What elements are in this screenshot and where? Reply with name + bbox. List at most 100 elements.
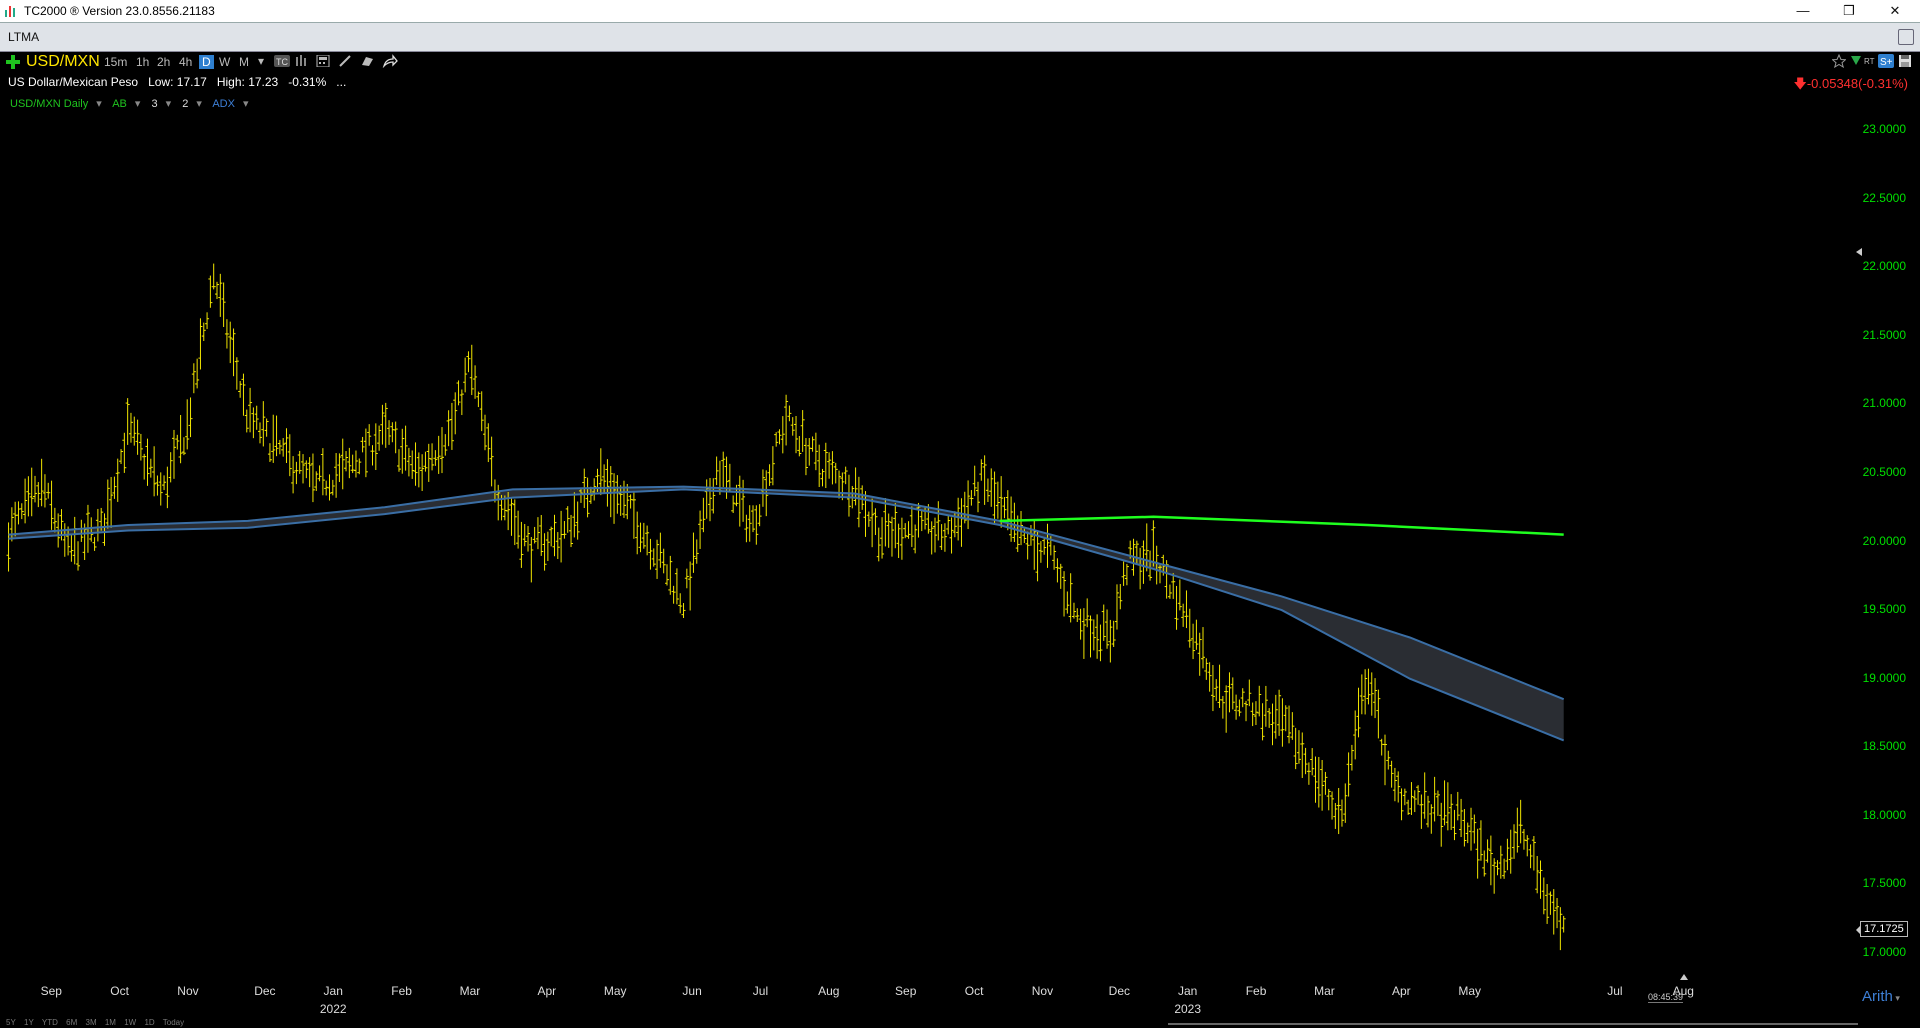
series-dropdown-icon[interactable]: ▾ [96, 98, 102, 110]
low-value: 17.17 [176, 75, 207, 89]
tc-icon[interactable]: TC [274, 55, 290, 67]
save-icon[interactable] [1898, 54, 1912, 68]
high-label: High: [216, 75, 245, 89]
adx-label[interactable]: ADX [212, 98, 235, 110]
x-month-label: Mar [459, 984, 481, 998]
range-1m[interactable]: 1M [105, 1018, 116, 1027]
x-month-label: Dec [1108, 984, 1130, 998]
price-marker-icon [1856, 248, 1862, 256]
adx-dropdown-icon[interactable]: ▾ [243, 98, 249, 110]
s-plus-icon[interactable]: S+ [1878, 54, 1894, 68]
x-month-label: Nov [177, 984, 199, 998]
change-percent: (-0.31%) [1858, 76, 1908, 91]
x-month-label: Oct [110, 984, 129, 998]
x-month-label: Dec [254, 984, 276, 998]
minimize-button[interactable]: — [1780, 0, 1826, 22]
x-month-label: Jul [752, 984, 769, 998]
x-month-label: May [603, 984, 627, 998]
tab-ltma[interactable]: LTMA [8, 30, 39, 44]
y-tick-label: 22.5000 [1862, 190, 1906, 205]
range-buttons: 5Y 1Y YTD 6M 3M 1M 1W 1D Today [6, 1018, 190, 1027]
range-3m[interactable]: 3M [86, 1018, 97, 1027]
y-tick-label: 18.5000 [1862, 739, 1906, 754]
timeframe-4h[interactable]: 4h [179, 55, 192, 69]
scale-mode-label[interactable]: Arith [1862, 988, 1893, 1005]
ma-line-green [999, 515, 1564, 536]
y-tick-label: 23.0000 [1862, 122, 1906, 136]
range-1d[interactable]: 1D [144, 1018, 154, 1027]
x-month-label: Nov [1031, 984, 1054, 998]
high-value: 17.23 [248, 75, 279, 89]
alert-icon[interactable] [1850, 55, 1862, 67]
net-change: 🡇-0.05348(-0.31%) [1793, 75, 1908, 97]
app-icon [5, 6, 15, 17]
range-5y[interactable]: 5Y [6, 1018, 16, 1027]
timeframe-d[interactable]: D [199, 55, 214, 69]
range-6m[interactable]: 6M [66, 1018, 77, 1027]
timeframe-1h[interactable]: 1h [136, 55, 149, 69]
down-arrow-icon: 🡇 [1793, 76, 1807, 91]
layout-tabstrip: LTMA [0, 22, 1920, 52]
time-marker-icon [1680, 974, 1688, 980]
maximize-button[interactable]: ❒ [1826, 0, 1872, 22]
y-tick-label: 18.0000 [1862, 807, 1906, 822]
x-month-label: May [1458, 984, 1481, 998]
dropdown-icon[interactable]: ▾ [258, 55, 272, 67]
x-month-label: Feb [391, 984, 412, 998]
x-month-label: Jul [1607, 984, 1623, 998]
plus-icon[interactable] [6, 55, 20, 69]
window-titlebar: TC2000 ® Version 23.0.8556.21183 — ❒ ✕ [0, 0, 1920, 22]
series-label[interactable]: USD/MXN Daily [10, 98, 88, 110]
chart-toolbar: USD/MXN 15m 1h 2h 4h D W M ▾ TC RT S+ [0, 52, 1920, 72]
more-info[interactable]: ... [336, 75, 346, 89]
param-2-dropdown-icon[interactable]: ▾ [196, 98, 202, 110]
x-year-label: 2023 [1174, 1002, 1202, 1016]
range-1w[interactable]: 1W [124, 1018, 136, 1027]
x-month-label: Sep [40, 984, 62, 998]
x-month-label: Feb [1245, 984, 1267, 998]
scale-mode[interactable]: Arith ▾ [1862, 988, 1900, 1005]
x-month-label: Jan [1178, 984, 1198, 998]
x-month-label: Apr [1391, 984, 1411, 998]
price-chart[interactable] [0, 0, 1920, 1028]
ab-dropdown-icon[interactable]: ▾ [135, 98, 141, 110]
x-month-label: Jan [323, 984, 343, 998]
symbol-input[interactable]: USD/MXN [26, 53, 100, 71]
y-tick-label: 22.0000 [1862, 259, 1906, 274]
x-month-label: Oct [964, 984, 984, 998]
range-1y[interactable]: 1Y [24, 1018, 34, 1027]
note-icon[interactable] [360, 55, 374, 67]
horizontal-scrollbar[interactable] [1168, 1023, 1858, 1025]
pencil-icon[interactable] [338, 55, 352, 67]
x-year-label: 2022 [319, 1002, 347, 1016]
x-month-label: Aug [818, 984, 840, 998]
quote-line: US Dollar/Mexican Peso Low: 17.17 High: … [8, 75, 346, 89]
range-today[interactable]: Today [163, 1018, 184, 1027]
y-tick-label: 17.0000 [1862, 945, 1906, 959]
x-month-label: Apr [537, 984, 557, 998]
timeframe-m[interactable]: M [239, 55, 249, 69]
x-month-label: Sep [895, 984, 917, 998]
ab-label[interactable]: AB [112, 98, 127, 110]
window-title: TC2000 ® Version 23.0.8556.21183 [24, 4, 215, 18]
param-1-label[interactable]: 3 [152, 98, 158, 110]
timeframe-w[interactable]: W [219, 55, 230, 69]
star-icon[interactable] [1832, 54, 1846, 68]
calculator-icon[interactable] [316, 55, 330, 67]
close-button[interactable]: ✕ [1872, 0, 1918, 22]
rt-icon[interactable]: RT [1864, 57, 1875, 66]
restore-icon[interactable] [1898, 29, 1914, 45]
timeframe-15m[interactable]: 15m [104, 55, 127, 69]
y-tick-label: 19.0000 [1862, 670, 1906, 685]
bars-icon[interactable] [295, 55, 309, 67]
svg-text:S+: S+ [1880, 57, 1893, 68]
ma-band-upper [8, 485, 1565, 701]
param-2-label[interactable]: 2 [182, 98, 188, 110]
timeframe-2h[interactable]: 2h [157, 55, 170, 69]
range-ytd[interactable]: YTD [42, 1018, 58, 1027]
param-1-dropdown-icon[interactable]: ▾ [166, 98, 172, 110]
y-tick-label: 20.5000 [1862, 464, 1906, 479]
security-name: US Dollar/Mexican Peso [8, 75, 139, 89]
share-icon[interactable] [382, 54, 398, 68]
clock: 08:45:39 [1648, 992, 1684, 1003]
